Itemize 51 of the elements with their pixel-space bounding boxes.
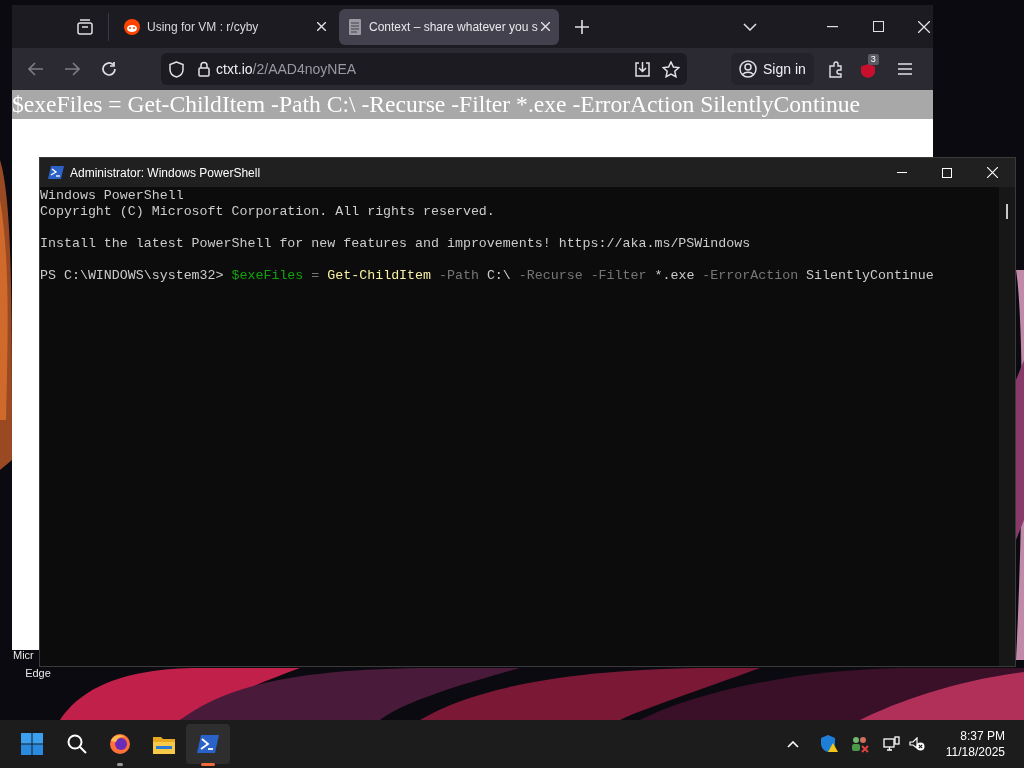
search-icon[interactable]	[67, 734, 87, 754]
star-icon[interactable]	[662, 60, 680, 78]
browser-tab[interactable]: Context – share whatever you s	[339, 8, 559, 45]
back-icon[interactable]	[28, 62, 44, 76]
download-icon[interactable]	[634, 60, 651, 78]
minimize-icon[interactable]	[897, 171, 907, 174]
close-tab-icon[interactable]	[541, 22, 550, 31]
chevron-up-icon[interactable]	[786, 740, 799, 748]
console-line: Copyright (C) Microsoft Corporation. All rights reserved.	[40, 204, 496, 220]
scrollbar-thumb[interactable]	[1006, 204, 1008, 219]
sign-in-button[interactable]: Sign in	[731, 53, 814, 85]
url-text: ctxt.io/2/AAD4noyNEA	[216, 59, 357, 79]
reddit-icon	[124, 18, 140, 35]
powershell-icon	[197, 735, 219, 753]
folder-icon	[153, 734, 175, 754]
people-icon[interactable]	[850, 735, 869, 753]
powershell-icon	[48, 166, 64, 179]
window-title: Administrator: Windows PowerShell	[70, 164, 261, 182]
tab-list-icon[interactable]	[76, 17, 94, 36]
clock-date[interactable]: 11/18/2025	[945, 744, 1005, 760]
address-bar[interactable]: ctxt.io/2/AAD4noyNEA	[161, 53, 687, 85]
start-icon[interactable]	[21, 733, 43, 755]
reload-icon[interactable]	[101, 61, 117, 77]
chevron-icon[interactable]	[743, 22, 757, 31]
minimize-icon[interactable]	[827, 25, 838, 28]
puzzle-icon[interactable]	[827, 60, 844, 78]
shield-icon	[169, 60, 184, 78]
close-tab-icon[interactable]	[317, 22, 326, 31]
network-icon[interactable]	[882, 736, 900, 752]
shield-warning-icon[interactable]	[819, 735, 838, 753]
console-line: Windows PowerShell	[40, 188, 185, 204]
console-line: PS C:\WINDOWS\system32> $exeFiles = Get-ChildItem -Path C:\ -Recurse -Filter *.exe -ErrorAction SilentlyContinue	[40, 268, 935, 284]
shield-extension-icon[interactable]	[860, 64, 875, 78]
desktop-icon-label[interactable]: Micr	[13, 649, 34, 661]
maximize-icon[interactable]	[873, 21, 884, 32]
forward-icon[interactable]	[64, 62, 80, 76]
clock-time[interactable]: 8:37 PM	[960, 728, 1005, 744]
menu-icon[interactable]	[897, 63, 912, 75]
muted-speaker-icon[interactable]	[908, 737, 925, 751]
extension-badge: 3	[867, 54, 879, 65]
document-icon	[348, 18, 362, 35]
taskbar-app[interactable]	[186, 724, 230, 764]
account-icon	[739, 60, 757, 78]
firefox-icon	[109, 733, 131, 755]
browser-tab[interactable]: Using for VM : r/cyby	[115, 8, 335, 45]
desktop-icon-label[interactable]: Edge	[25, 667, 51, 679]
lock-icon	[198, 61, 210, 77]
close-icon[interactable]	[918, 20, 930, 33]
page-text: $exeFiles = Get-ChildItem -Path C:\ -Recurse -Filter *.exe -ErrorAction SilentlyContinue	[12, 90, 933, 119]
new-tab-icon[interactable]	[575, 19, 589, 34]
console-line: Install the latest PowerShell for new features and improvements! https://aka.ms/PSWindows	[40, 236, 752, 252]
